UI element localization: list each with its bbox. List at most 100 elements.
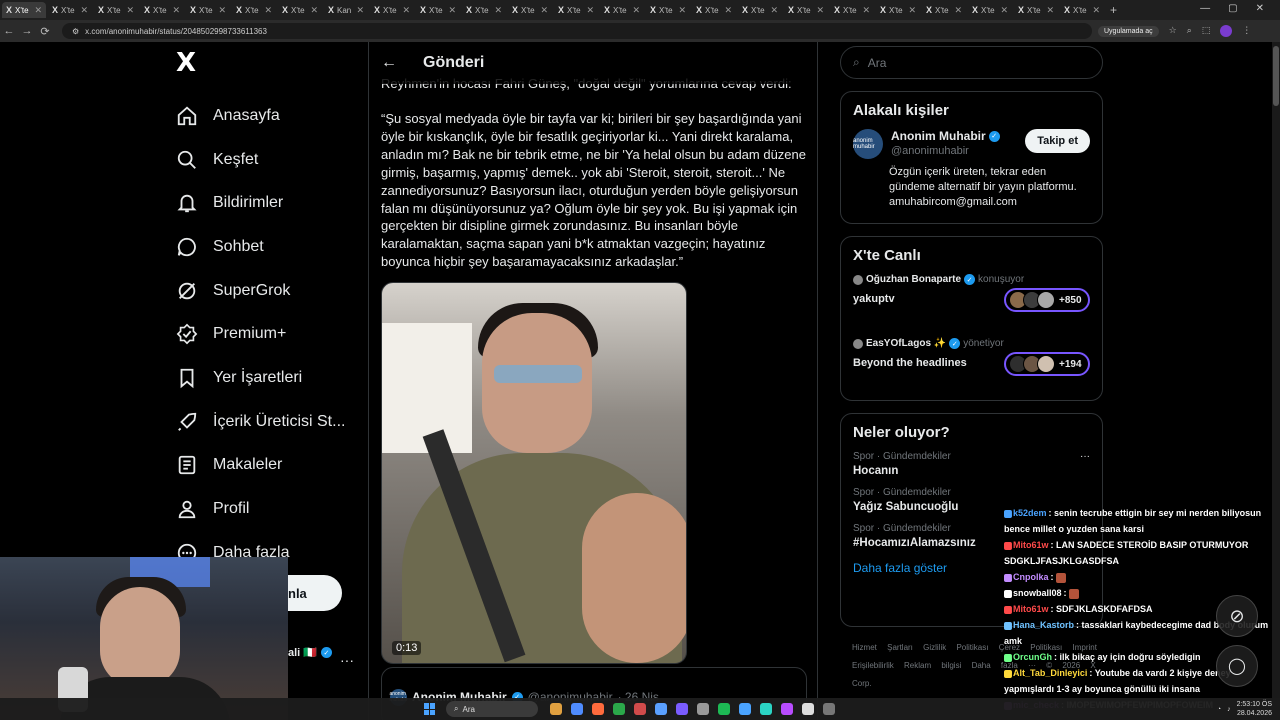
nav-item-makaleler[interactable]: Makaleler — [168, 444, 368, 488]
browser-tab[interactable]: X X'te ✕ — [186, 2, 230, 18]
browser-tab[interactable]: X X'te ✕ — [830, 2, 874, 18]
tab-close-icon[interactable]: ✕ — [448, 5, 456, 16]
browser-tab[interactable]: X X'te ✕ — [646, 2, 690, 18]
tab-close-icon[interactable]: ✕ — [34, 5, 42, 16]
taskbar-search[interactable]: ⌕ Ara — [446, 701, 538, 717]
browser-tab[interactable]: X X'te ✕ — [508, 2, 552, 18]
nav-item-sohbet[interactable]: Sohbet — [168, 225, 368, 269]
tab-close-icon[interactable]: ✕ — [310, 5, 318, 16]
star-icon[interactable]: ☆ — [1169, 25, 1177, 37]
related-person[interactable]: anonim muhabir Anonim Muhabir ✓ @anonimu… — [853, 129, 1090, 159]
nav-item-yer-i-şaretleri[interactable]: Yer İşaretleri — [168, 356, 368, 400]
live-listeners-pill[interactable]: +194 — [1004, 352, 1090, 376]
follow-button[interactable]: Takip et — [1025, 129, 1090, 153]
host-name[interactable]: EasYOfLagos ✨ — [866, 338, 946, 349]
profile-avatar[interactable] — [1220, 25, 1233, 37]
browser-tab[interactable]: X X'te ✕ — [1014, 2, 1058, 18]
tab-close-icon[interactable]: ✕ — [1046, 5, 1054, 16]
taskbar-app-icon[interactable] — [718, 703, 730, 715]
tab-close-icon[interactable]: ✕ — [172, 5, 180, 16]
tab-close-icon[interactable]: ✕ — [540, 5, 548, 16]
browser-tab[interactable]: X X'te ✕ — [2, 2, 46, 18]
taskbar-app-icon[interactable] — [802, 703, 814, 715]
search-input[interactable]: ⌕ Ara — [840, 46, 1103, 79]
person-name[interactable]: Anonim Muhabir — [891, 129, 986, 143]
trend-item[interactable]: Spor · Gündemdekiler ··· Hocanın — [853, 451, 1090, 477]
forward-icon[interactable]: → — [18, 25, 36, 37]
browser-tab[interactable]: X X'te ✕ — [876, 2, 920, 18]
tab-close-icon[interactable]: ✕ — [126, 5, 134, 16]
tab-close-icon[interactable]: ✕ — [1000, 5, 1008, 16]
taskbar-app-icon[interactable] — [613, 703, 625, 715]
account-switcher[interactable]: ali 🇮🇹 ✓ — [288, 646, 332, 659]
scrollbar-thumb[interactable] — [1273, 46, 1279, 106]
nav-item-bildirimler[interactable]: Bildirimler — [168, 181, 368, 225]
browser-tab[interactable]: X X'te ✕ — [48, 2, 92, 18]
tab-close-icon[interactable]: ✕ — [770, 5, 778, 16]
minimize-icon[interactable]: — — [1200, 3, 1210, 14]
nav-item-keşfet[interactable]: Keşfet — [168, 138, 368, 182]
tab-close-icon[interactable]: ✕ — [632, 5, 640, 16]
tab-close-icon[interactable]: ✕ — [264, 5, 272, 16]
zoom-icon[interactable]: ⌕ — [1187, 25, 1192, 37]
browser-tab[interactable]: X X'te ✕ — [94, 2, 138, 18]
new-tab-icon[interactable]: + — [1110, 3, 1117, 17]
nav-item-supergrok[interactable]: SuperGrok — [168, 269, 368, 313]
page-scrollbar[interactable] — [1272, 42, 1280, 698]
tab-close-icon[interactable]: ✕ — [678, 5, 686, 16]
back-icon[interactable]: ← — [0, 25, 18, 37]
browser-tab[interactable]: X X'te ✕ — [1060, 2, 1104, 18]
taskbar-app-icon[interactable] — [823, 703, 835, 715]
url-field[interactable]: ⚙ x.com/anonimuhabir/status/204850299873… — [62, 23, 1092, 39]
tab-close-icon[interactable]: ✕ — [1092, 5, 1100, 16]
nav-item-i-çerik-üreticisi-st-[interactable]: İçerik Üreticisi St... — [168, 400, 368, 444]
browser-tab[interactable]: X X'te ✕ — [784, 2, 828, 18]
tab-close-icon[interactable]: ✕ — [954, 5, 962, 16]
browser-tab[interactable]: X X'te ✕ — [922, 2, 966, 18]
tab-close-icon[interactable]: ✕ — [80, 5, 88, 16]
x-logo[interactable]: X — [176, 48, 368, 78]
taskbar-app-icon[interactable] — [592, 703, 604, 715]
nav-item-premium-[interactable]: Premium+ — [168, 312, 368, 356]
close-icon[interactable]: ✕ — [1256, 3, 1264, 14]
taskbar-app-icon[interactable] — [655, 703, 667, 715]
person-avatar[interactable]: anonim muhabir — [853, 129, 883, 159]
tab-close-icon[interactable]: ✕ — [494, 5, 502, 16]
taskbar-app-icon[interactable] — [739, 703, 751, 715]
windows-start-icon[interactable] — [424, 703, 436, 715]
tab-close-icon[interactable]: ✕ — [402, 5, 410, 16]
browser-tab[interactable]: X X'te ✕ — [278, 2, 322, 18]
post-video[interactable]: 0:13 — [381, 282, 687, 664]
browser-tab[interactable]: X X'te ✕ — [370, 2, 414, 18]
tab-close-icon[interactable]: ✕ — [586, 5, 594, 16]
taskbar-app-icon[interactable] — [571, 703, 583, 715]
browser-tab[interactable]: X X'te ✕ — [968, 2, 1012, 18]
live-space-item[interactable]: EasYOfLagos ✨ ✓ yönetiyor Beyond the headli… — [853, 338, 1090, 402]
extensions-icon[interactable]: ⬚ — [1202, 25, 1211, 37]
live-space-item[interactable]: Oğuzhan Bonaparte ✓ konuşuyor yakuptv +850 — [853, 274, 1090, 338]
browser-tab[interactable]: X X'te ✕ — [462, 2, 506, 18]
trend-more-icon[interactable]: ··· — [1080, 451, 1090, 462]
tab-close-icon[interactable]: ✕ — [356, 5, 364, 16]
messages-fab[interactable]: ◯ — [1216, 645, 1258, 687]
taskbar-app-icon[interactable] — [781, 703, 793, 715]
browser-tab[interactable]: X X'te ✕ — [600, 2, 644, 18]
browser-tab[interactable]: X X'te ✕ — [140, 2, 184, 18]
taskbar-app-icon[interactable] — [697, 703, 709, 715]
taskbar-app-icon[interactable] — [676, 703, 688, 715]
back-arrow-icon[interactable]: ← — [381, 54, 411, 72]
browser-tab[interactable]: X Kan ✕ — [324, 2, 368, 18]
browser-tab[interactable]: X X'te ✕ — [692, 2, 736, 18]
browser-tab[interactable]: X X'te ✕ — [416, 2, 460, 18]
tab-close-icon[interactable]: ✕ — [862, 5, 870, 16]
nav-item-anasayfa[interactable]: Anasayfa — [168, 94, 368, 138]
taskbar-app-icon[interactable] — [550, 703, 562, 715]
tab-close-icon[interactable]: ✕ — [816, 5, 824, 16]
live-listeners-pill[interactable]: +850 — [1004, 288, 1090, 312]
browser-tab[interactable]: X X'te ✕ — [738, 2, 782, 18]
account-more-icon[interactable]: ··· — [340, 652, 354, 668]
host-name[interactable]: Oğuzhan Bonaparte — [866, 274, 961, 285]
nav-item-profil[interactable]: Profil — [168, 487, 368, 531]
site-info-icon[interactable]: ⚙ — [72, 27, 79, 36]
tab-close-icon[interactable]: ✕ — [724, 5, 732, 16]
